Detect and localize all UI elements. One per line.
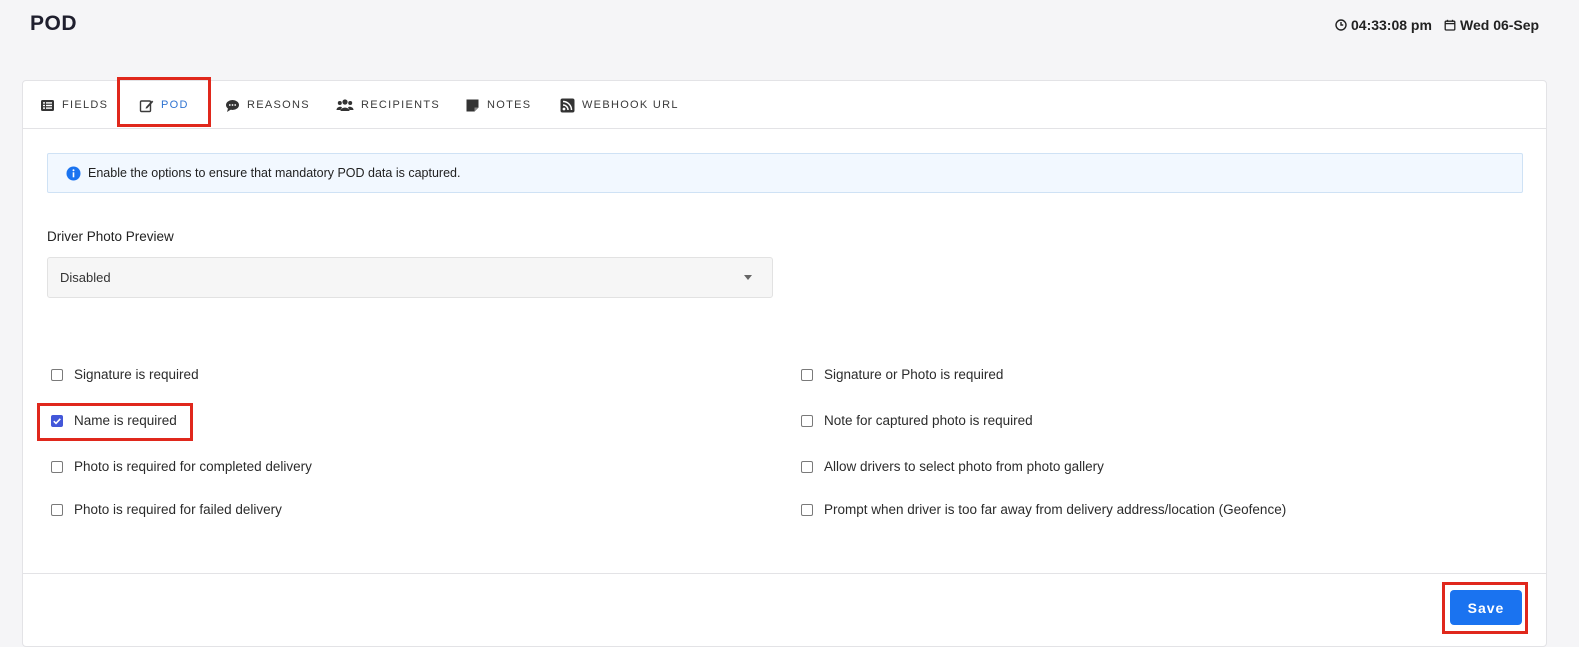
driver-photo-preview-label: Driver Photo Preview — [47, 229, 174, 244]
checkbox-label: Photo is required for completed delivery — [74, 459, 312, 474]
checkbox-label: Signature or Photo is required — [824, 367, 1004, 382]
settings-card: FIELDS POD REASONS RECIPIENTS NOTES WEBH… — [22, 77, 1547, 647]
tab-reasons-label: REASONS — [247, 99, 310, 111]
highlight-box-pod-tab — [117, 77, 211, 127]
rss-icon — [560, 98, 575, 112]
checkbox-label: Note for captured photo is required — [824, 413, 1033, 428]
checkbox-box[interactable] — [801, 414, 813, 427]
users-icon — [336, 98, 354, 111]
checkbox-allow-photo-gallery[interactable]: Allow drivers to select photo from photo… — [801, 459, 1104, 474]
highlight-box-save — [1442, 582, 1528, 634]
checkbox-box[interactable] — [801, 368, 813, 381]
checkbox-photo-completed-delivery[interactable]: Photo is required for completed delivery — [51, 459, 312, 474]
info-icon — [66, 166, 81, 180]
chevron-down-icon — [744, 275, 752, 280]
tab-webhook-url[interactable]: WEBHOOK URL — [560, 81, 679, 129]
note-icon — [466, 99, 479, 111]
time-text: 04:33:08 pm — [1351, 17, 1432, 33]
select-value: Disabled — [60, 270, 111, 285]
checkbox-signature-required[interactable]: Signature is required — [51, 367, 199, 382]
checkbox-box[interactable] — [51, 368, 63, 381]
checkbox-photo-failed-delivery[interactable]: Photo is required for failed delivery — [51, 502, 282, 517]
info-text: Enable the options to ensure that mandat… — [88, 166, 461, 180]
calendar-icon — [1444, 19, 1456, 31]
checkbox-signature-or-photo-required[interactable]: Signature or Photo is required — [801, 367, 1003, 382]
checkbox-label: Signature is required — [74, 367, 199, 382]
tab-bar: FIELDS POD REASONS RECIPIENTS NOTES WEBH… — [23, 81, 1546, 129]
page-title: POD — [30, 12, 78, 35]
footer-divider — [23, 573, 1546, 574]
checkbox-box[interactable] — [801, 503, 813, 516]
tab-webhook-url-label: WEBHOOK URL — [582, 99, 679, 111]
driver-photo-preview-select[interactable]: Disabled — [47, 257, 773, 298]
tab-recipients[interactable]: RECIPIENTS — [336, 81, 440, 129]
checkbox-label: Prompt when driver is too far away from … — [824, 502, 1287, 517]
checkbox-box[interactable] — [51, 460, 63, 473]
tab-reasons[interactable]: REASONS — [225, 81, 310, 129]
checkbox-box[interactable] — [51, 503, 63, 516]
tab-recipients-label: RECIPIENTS — [361, 99, 441, 111]
checkbox-label: Allow drivers to select photo from photo… — [824, 459, 1104, 474]
checkbox-geofence-prompt[interactable]: Prompt when driver is too far away from … — [801, 502, 1286, 517]
checkbox-photo-note-required[interactable]: Note for captured photo is required — [801, 413, 1033, 428]
checkbox-label: Photo is required for failed delivery — [74, 502, 282, 517]
tab-fields[interactable]: FIELDS — [40, 81, 108, 129]
checkbox-box[interactable] — [801, 460, 813, 473]
top-bar: POD 04:33:08 pm Wed 06-Sep — [0, 0, 1579, 60]
comment-icon — [226, 99, 239, 112]
highlight-box-name-required — [37, 403, 193, 441]
tab-notes[interactable]: NOTES — [465, 81, 531, 129]
date-text: Wed 06-Sep — [1460, 17, 1540, 33]
tab-fields-label: FIELDS — [62, 99, 109, 111]
list-icon — [41, 99, 54, 111]
current-time: 04:33:08 pm — [1335, 17, 1432, 33]
clock-icon — [1335, 19, 1347, 31]
current-date: Wed 06-Sep — [1444, 17, 1539, 33]
info-alert: Enable the options to ensure that mandat… — [47, 153, 1523, 193]
tab-notes-label: NOTES — [487, 99, 532, 111]
